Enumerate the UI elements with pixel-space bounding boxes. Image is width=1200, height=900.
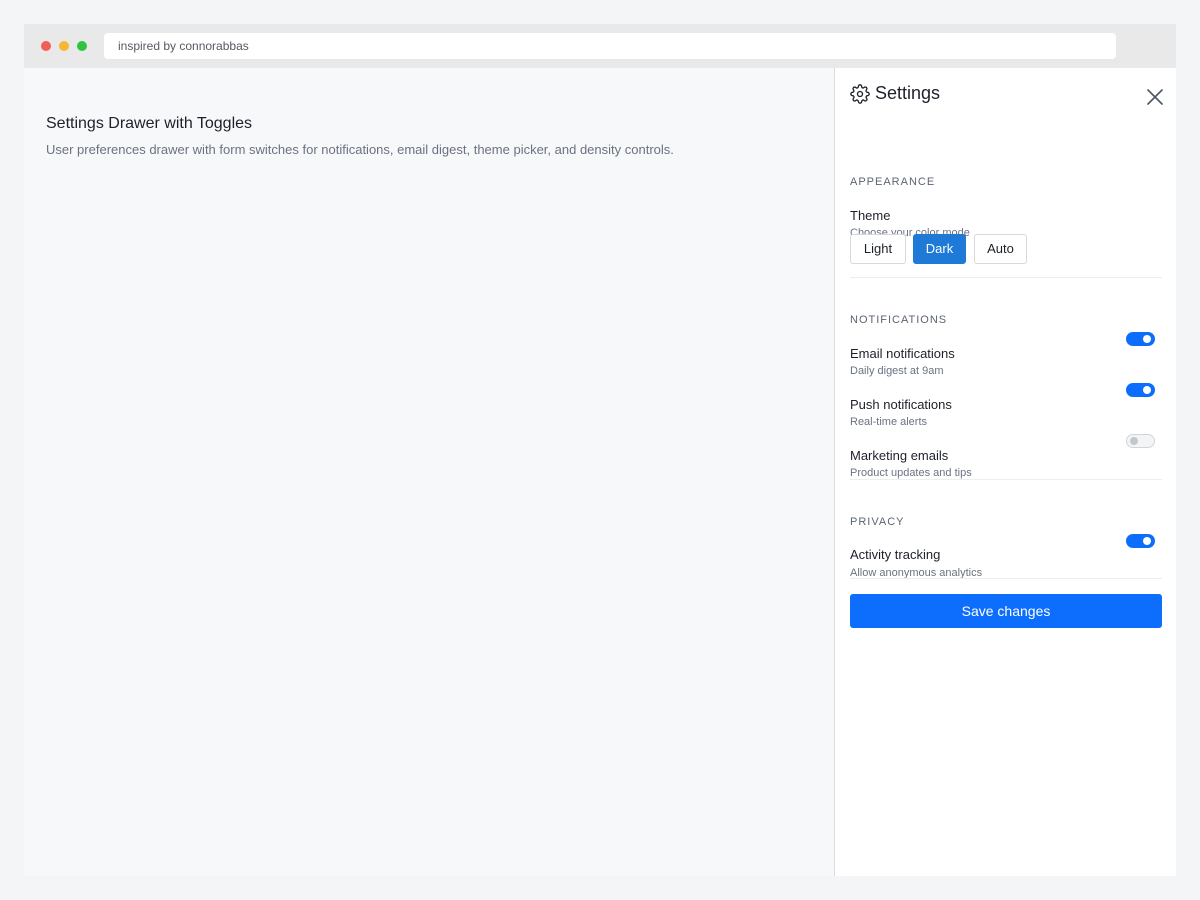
marketing-emails-label: Marketing emails (850, 448, 949, 463)
activity-tracking-toggle[interactable] (1126, 534, 1155, 548)
marketing-emails-toggle[interactable] (1126, 434, 1155, 448)
push-notifications-toggle[interactable] (1126, 383, 1155, 397)
theme-label: Theme (850, 208, 891, 223)
email-notifications-label: Email notifications (850, 346, 955, 361)
toggle-knob (1143, 335, 1151, 343)
maximize-window-dot[interactable] (77, 41, 87, 51)
section-title-privacy: PRIVACY (850, 516, 905, 528)
section-title-notifications: NOTIFICATIONS (850, 314, 948, 326)
marketing-emails-description: Product updates and tips (850, 467, 972, 479)
email-notifications-toggle[interactable] (1126, 332, 1155, 346)
divider (850, 277, 1162, 278)
divider (850, 578, 1162, 579)
gear-icon (850, 84, 870, 104)
main-content: Settings Drawer with Toggles User prefer… (24, 68, 834, 876)
push-notifications-description: Real-time alerts (850, 416, 928, 428)
email-notifications-description: Daily digest at 9am (850, 365, 944, 377)
browser-titlebar: inspired by connorabbas (24, 24, 1176, 68)
browser-window: inspired by connorabbas Settings Drawer … (24, 24, 1176, 876)
toggle-knob (1130, 437, 1138, 445)
close-window-dot[interactable] (41, 41, 51, 51)
page-description: User preferences drawer with form switch… (46, 142, 674, 157)
minimize-window-dot[interactable] (59, 41, 69, 51)
push-notifications-label: Push notifications (850, 397, 952, 412)
theme-option-dark[interactable]: Dark (913, 234, 966, 264)
drawer-title: Settings (875, 83, 941, 103)
address-bar[interactable]: inspired by connorabbas (104, 33, 1116, 59)
theme-option-auto[interactable]: Auto (974, 234, 1027, 264)
save-changes-button[interactable]: Save changes (850, 594, 1162, 628)
theme-option-light[interactable]: Light (850, 234, 906, 264)
toggle-knob (1143, 386, 1151, 394)
divider (850, 479, 1162, 480)
section-title-appearance: APPEARANCE (850, 176, 936, 188)
settings-drawer: Settings APPEARANCE Theme Choose your co… (834, 68, 1176, 876)
toggle-knob (1143, 537, 1151, 545)
activity-tracking-label: Activity tracking (850, 547, 941, 562)
close-icon[interactable] (1146, 88, 1164, 106)
page-title: Settings Drawer with Toggles (46, 115, 253, 132)
